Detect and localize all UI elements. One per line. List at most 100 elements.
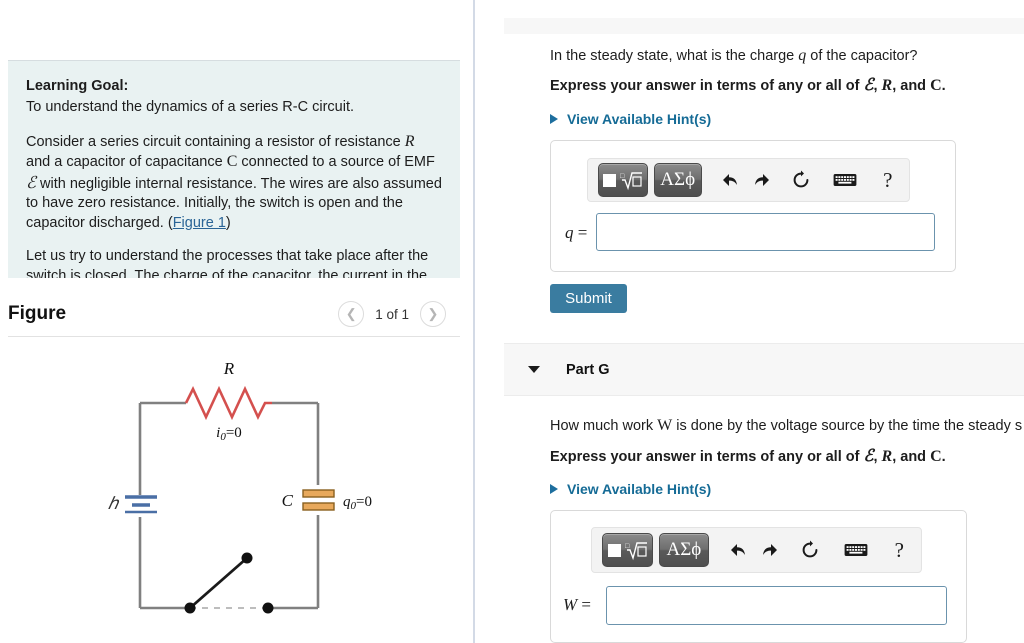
help-question-mark-button[interactable]: ?: [883, 534, 917, 566]
nth-root-glyph: □: [625, 542, 647, 561]
symbol-emf-g: ℰ: [863, 446, 874, 465]
learning-goal-paragraph-2: Let us try to understand the processes t…: [26, 248, 429, 278]
part-g-view-hints[interactable]: View Available Hint(s): [550, 481, 711, 497]
part-f-view-hints[interactable]: View Available Hint(s): [550, 111, 711, 127]
capacitor-symbol: [302, 489, 335, 511]
redo-arrow-icon[interactable]: [746, 164, 778, 196]
nth-root-glyph: □: [620, 172, 642, 191]
initial-current-label: i0=0: [216, 425, 242, 443]
greek-letters-button[interactable]: ΑΣϕ: [653, 163, 702, 197]
part-g-math-toolbar: □ ΑΣϕ ?: [591, 527, 922, 573]
pf-i-comma: ,: [873, 78, 882, 94]
capacitor-label: C: [282, 491, 294, 510]
pg-i-comma: ,: [873, 449, 882, 465]
rc-circuit-diagram: R i0=0 ℎ C q0=0: [108, 359, 372, 614]
pf-ans-equals: =: [577, 223, 588, 242]
right-answer-panel: In the steady state, what is the charge …: [476, 0, 1024, 643]
part-g-instruction: Express your answer in terms of any or a…: [550, 446, 946, 467]
learning-goal-paragraph-1: Consider a series circuit containing a r…: [26, 132, 442, 234]
battery-symbol: [125, 495, 157, 514]
symbol-C-f: C: [930, 77, 942, 94]
symbol-R-g: R: [881, 448, 893, 465]
part-f-math-toolbar: □ ΑΣϕ ?: [587, 158, 910, 202]
figure-canvas: R i0=0 ℎ C q0=0: [0, 345, 474, 643]
figure-header: Figure ❮ 1 of 1 ❯: [0, 290, 474, 338]
panel-divider: [473, 0, 475, 643]
pf-ans-symbol: q: [565, 223, 574, 242]
part-g-hint-label: View Available Hint(s): [567, 481, 712, 497]
goal-p1-seg-a: Consider a series circuit containing a r…: [26, 133, 405, 150]
learning-goal-subtitle: To understand the dynamics of a series R…: [26, 99, 354, 115]
part-f-question: In the steady state, what is the charge …: [550, 46, 918, 66]
goal-p1-seg-c: connected to a source of EMF: [237, 154, 435, 170]
chevron-left-icon[interactable]: ❮: [338, 301, 365, 327]
part-f-instruction: Express your answer in terms of any or a…: [550, 75, 946, 96]
svg-text:□: □: [620, 172, 625, 180]
pg-q-seg-a: How much work: [550, 418, 658, 434]
triangle-right-icon: [550, 114, 558, 124]
part-g-answer-label: W =: [563, 595, 591, 615]
pg-i-seg-a: Express your answer in terms of any or a…: [550, 449, 864, 465]
greek-letters-button[interactable]: ΑΣϕ: [659, 533, 709, 567]
symbol-R: R: [404, 132, 415, 150]
caret-down-icon: [528, 366, 540, 373]
math-template-icon[interactable]: □: [598, 163, 648, 197]
symbol-emf: ℰ: [26, 172, 36, 192]
open-switch-symbol: [184, 552, 274, 614]
figure-title: Figure: [8, 303, 67, 324]
pf-i-seg-a: Express your answer in terms of any or a…: [550, 78, 864, 94]
learning-goal-title: Learning Goal:: [26, 78, 129, 94]
figure-divider: [8, 336, 460, 337]
emf-label: ℎ: [108, 494, 120, 513]
reset-circular-arrow-icon[interactable]: [794, 534, 828, 566]
pg-i-and: , and: [892, 449, 931, 465]
pf-i-period: .: [941, 78, 946, 94]
part-g-answer-input[interactable]: [606, 586, 947, 625]
pg-ans-symbol: W: [563, 595, 578, 614]
symbol-C: C: [226, 153, 238, 170]
keyboard-icon[interactable]: [829, 164, 861, 196]
pg-i-period: .: [941, 449, 946, 465]
goal-p1-seg-d: with negligible internal resistance. The…: [26, 175, 442, 231]
solid-square-glyph: [602, 173, 616, 187]
part-f-header-partial: [504, 18, 1024, 34]
symbol-C-g: C: [930, 448, 942, 465]
resistor-label: R: [223, 359, 235, 378]
math-template-icon[interactable]: □: [602, 533, 654, 567]
resistor-symbol: [184, 385, 272, 421]
figure-1-link[interactable]: Figure 1: [173, 215, 226, 231]
pf-i-and: , and: [892, 78, 931, 94]
svg-text:□: □: [625, 542, 630, 550]
part-f-hint-label: View Available Hint(s): [567, 111, 712, 127]
part-f-answer-input[interactable]: [596, 213, 935, 251]
mastering-physics-page: Learning Goal: To understand the dynamic…: [0, 0, 1024, 643]
pg-ans-equals: =: [581, 595, 592, 614]
keyboard-icon[interactable]: [839, 534, 873, 566]
figure-navigation: ❮ 1 of 1 ❯: [338, 301, 446, 327]
goal-p1-seg-e: ): [225, 214, 231, 231]
pf-q-seg-b: of the capacitor?: [806, 48, 918, 64]
part-g-label: Part G: [566, 361, 610, 378]
triangle-right-icon: [550, 484, 558, 494]
symbol-R-f: R: [881, 77, 893, 94]
undo-arrow-icon[interactable]: [714, 164, 746, 196]
learning-goal-box: Learning Goal: To understand the dynamic…: [8, 60, 460, 278]
part-g-question: How much work W is done by the voltage s…: [550, 416, 1022, 436]
solid-square-glyph: [607, 543, 621, 557]
figure-counter: 1 of 1: [375, 306, 409, 322]
part-f-answer-label: q =: [565, 223, 587, 243]
undo-arrow-icon[interactable]: [721, 534, 755, 566]
part-f-submit-button[interactable]: Submit: [550, 284, 627, 313]
initial-charge-label: q0=0: [343, 494, 372, 512]
redo-arrow-icon[interactable]: [754, 534, 788, 566]
reset-circular-arrow-icon[interactable]: [785, 164, 817, 196]
part-g-answer-box: □ ΑΣϕ ? W =: [550, 510, 967, 643]
symbol-W: W: [657, 417, 673, 434]
part-g-header[interactable]: Part G: [504, 343, 1024, 396]
pg-q-seg-b: is done by the voltage source by the tim…: [672, 418, 1023, 434]
help-question-mark-button[interactable]: ?: [872, 164, 904, 196]
chevron-right-icon[interactable]: ❯: [420, 301, 446, 327]
pf-q-seg-a: In the steady state, what is the charge: [550, 48, 799, 64]
symbol-emf-f: ℰ: [863, 75, 874, 94]
left-problem-panel: Learning Goal: To understand the dynamic…: [0, 0, 474, 643]
